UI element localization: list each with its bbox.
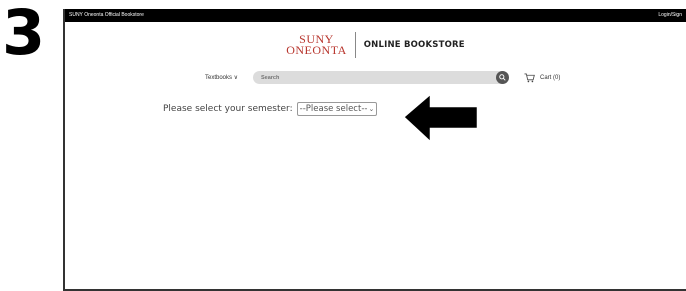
semester-selected-value: --Please select-- bbox=[299, 104, 368, 114]
browser-screenshot: SUNY Oneonta Official Bookstore Login/Si… bbox=[63, 9, 686, 291]
search-input[interactable] bbox=[261, 71, 491, 84]
login-link[interactable]: Login/Sign bbox=[658, 9, 682, 22]
online-bookstore-title: ONLINE BOOKSTORE bbox=[363, 40, 465, 50]
chevron-down-icon: ⌄ bbox=[368, 105, 375, 113]
search-icon bbox=[499, 74, 506, 81]
step-number: 3 bbox=[2, 0, 46, 69]
store-official-label: SUNY Oneonta Official Bookstore bbox=[69, 12, 144, 18]
logo-line-oneonta: ONEONTA bbox=[286, 43, 347, 57]
cart-link[interactable]: Cart (0) bbox=[524, 71, 560, 85]
semester-prompt: Please select your semester: bbox=[163, 104, 293, 114]
cart-label: Cart (0) bbox=[540, 75, 561, 81]
nav-row: Textbooks ∨ Cart (0) bbox=[65, 71, 686, 85]
search-bar bbox=[253, 71, 509, 84]
semester-select[interactable]: --Please select-- ⌄ bbox=[296, 102, 378, 116]
top-bar: SUNY Oneonta Official Bookstore Login/Si… bbox=[65, 9, 686, 22]
site-logo[interactable]: SUNY ONEONTA ONLINE BOOKSTORE bbox=[65, 28, 686, 62]
search-button[interactable] bbox=[496, 71, 509, 84]
cart-icon bbox=[524, 73, 535, 83]
semester-row: Please select your semester: --Please se… bbox=[163, 102, 378, 116]
suny-oneonta-logo: SUNY ONEONTA bbox=[286, 33, 355, 57]
arrow-left-icon bbox=[401, 91, 480, 146]
textbooks-menu[interactable]: Textbooks ∨ bbox=[205, 71, 238, 85]
